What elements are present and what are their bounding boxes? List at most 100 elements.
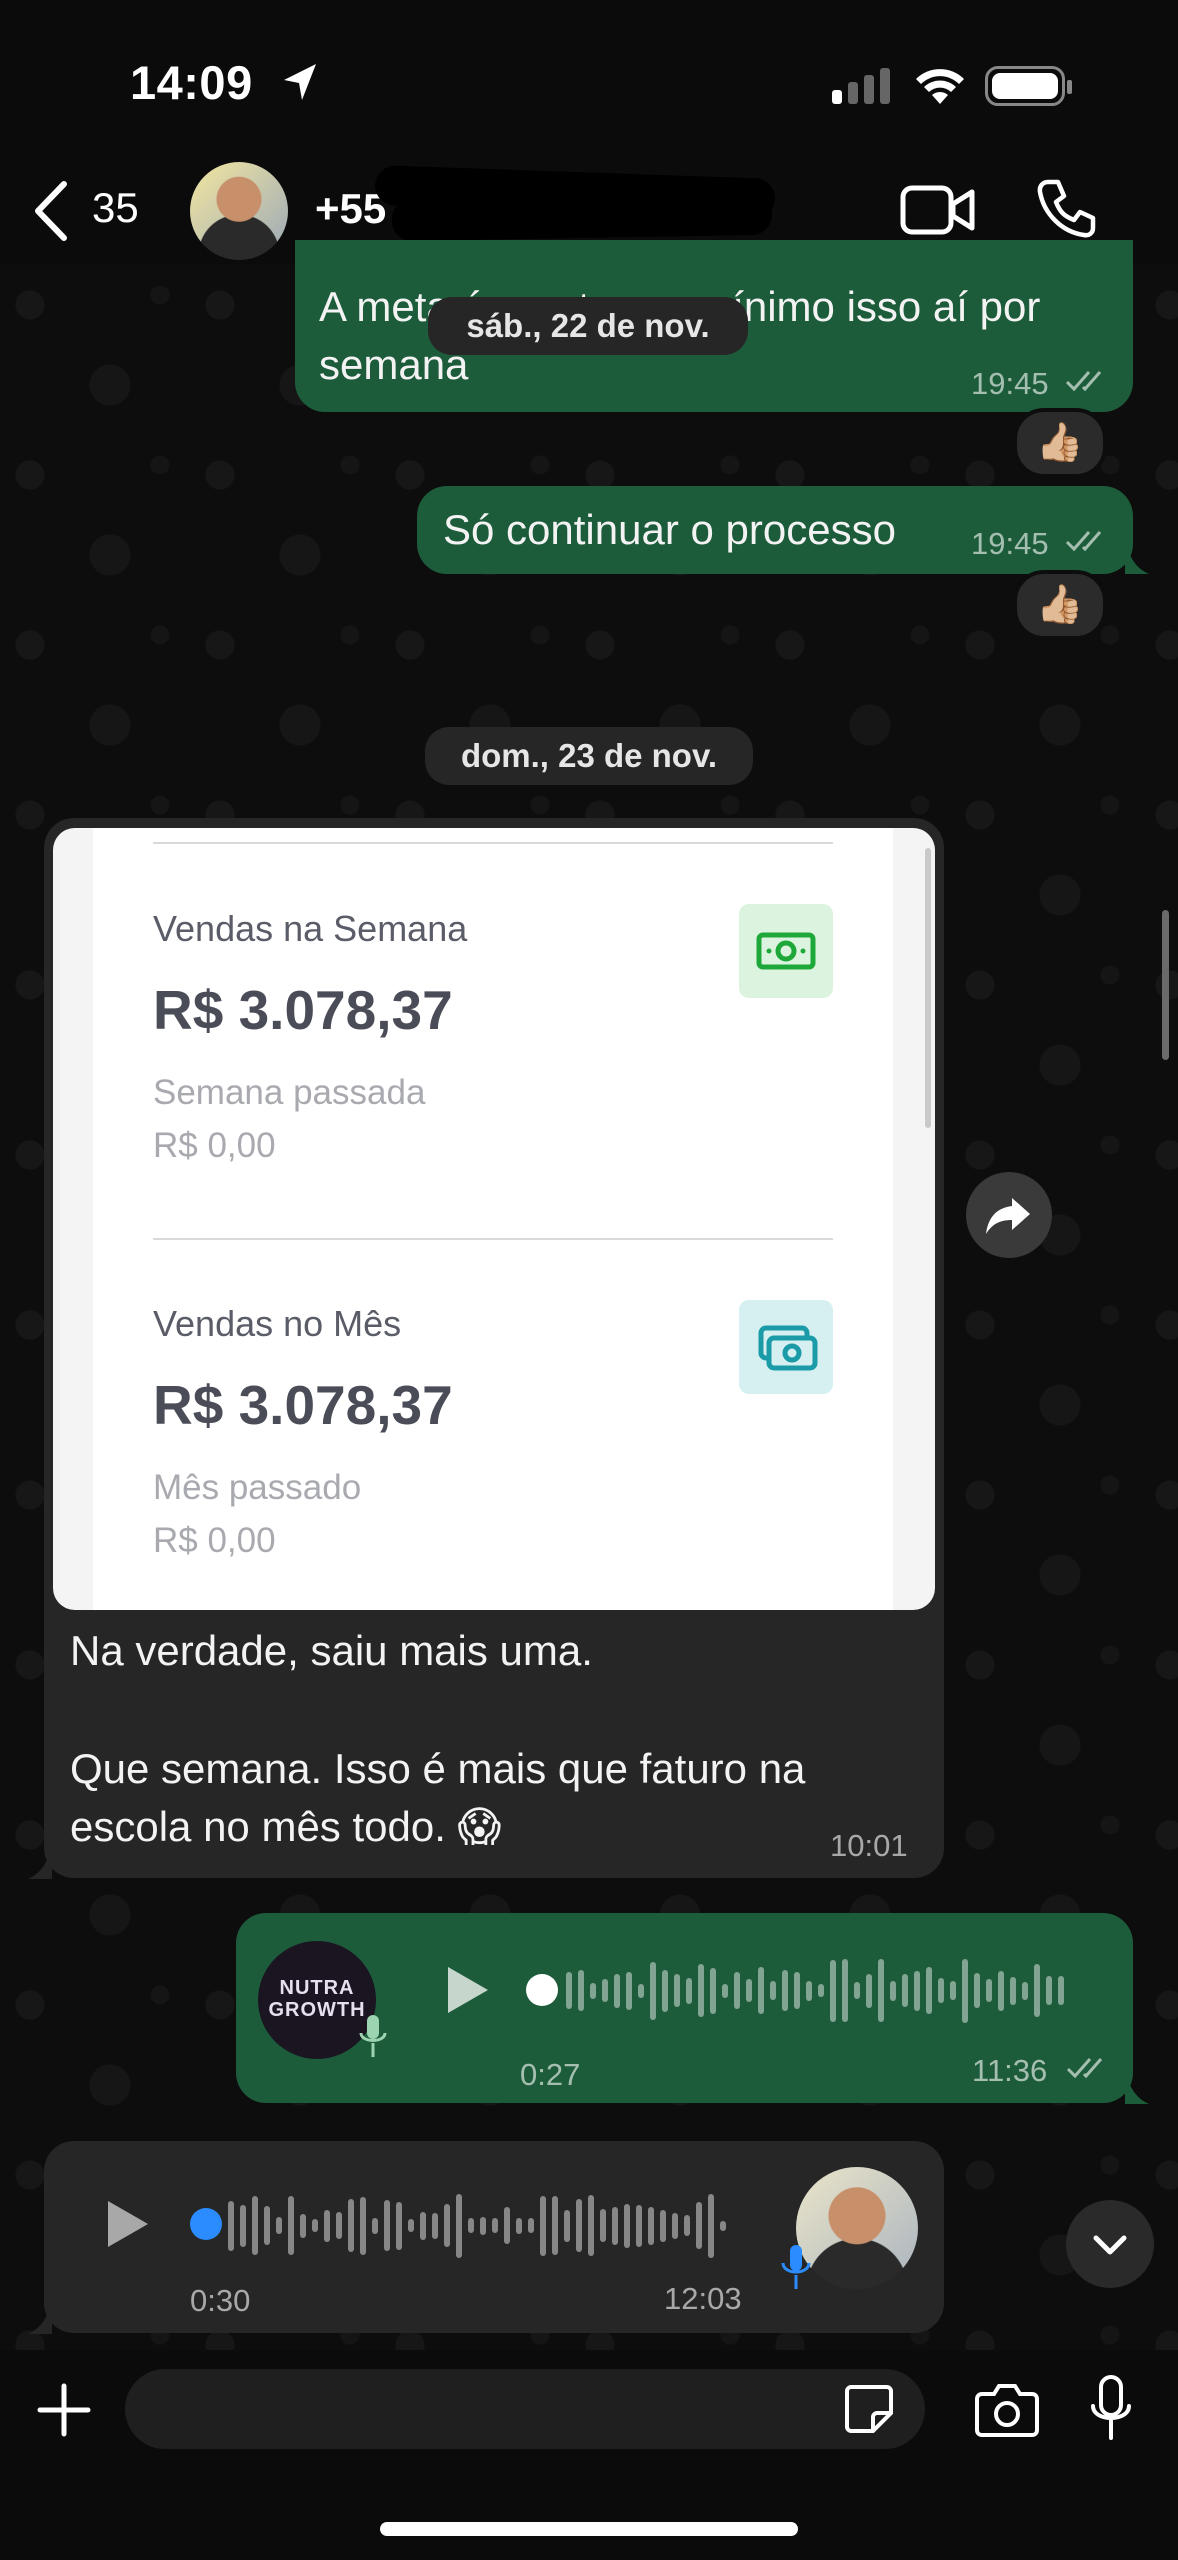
waveform-bar [492,2218,498,2233]
month-sales-value: R$ 3.078,37 [153,1374,453,1436]
waveform-bar [576,2199,582,2252]
waveform-bar [578,1970,584,2011]
message-text: Que semana. Isso é mais que faturo na [70,1745,806,1792]
forward-button[interactable] [966,1172,1052,1258]
waveform-bar [300,2213,306,2238]
last-month-label: Mês passado [153,1468,362,1507]
double-check-icon [1065,371,1102,392]
waveform-bar [588,2195,594,2256]
outgoing-message[interactable]: Só continuar o processo 19:45 [417,486,1133,574]
microphone-icon[interactable] [1088,2374,1134,2444]
scroll-to-bottom-button[interactable] [1066,2200,1154,2288]
wifi-icon [916,69,964,104]
waveform-bar [662,1969,668,2012]
waveform-bar [1034,1964,1040,2017]
date-pill: sáb., 22 de nov. [428,297,748,355]
avatar-logo-text: NUTRA GROWTH [268,1977,366,2021]
incoming-audio-message[interactable]: 0:30 12:03 [44,2141,944,2333]
bubble-tail [28,2300,52,2334]
waveform-bar [240,2204,246,2247]
message-time: 12:03 [664,2281,742,2316]
redaction-mark [391,192,773,242]
week-sales-label: Vendas na Semana [153,908,468,949]
playhead-dot[interactable] [190,2208,222,2240]
waveform-bar [612,2206,618,2245]
waveform-bar [710,1967,716,2014]
audio-waveform[interactable] [228,2183,726,2268]
outgoing-audio-message[interactable]: NUTRA GROWTH 0:27 11:36 [236,1913,1133,2103]
bubble-tail [1125,2070,1149,2104]
message-text: Só continuar o processo [443,506,896,553]
waveform-bar [228,2200,234,2251]
location-arrow-icon [284,64,316,100]
plus-icon[interactable] [36,2382,92,2438]
play-icon[interactable] [442,1963,492,2017]
battery-icon [985,66,1072,106]
waveform-bar [504,2207,510,2244]
waveform-bar [782,1970,788,2011]
sticker-icon[interactable] [843,2383,895,2435]
waveform-bar [890,1980,896,2001]
waveform-bar [998,1970,1004,2011]
waveform-bar [842,1959,848,2022]
playhead-dot[interactable] [526,1974,558,2006]
waveform-bar [564,2209,570,2242]
waveform-bar [590,1982,596,1999]
chevron-down-icon [1093,2235,1127,2255]
waveform-bar [914,1970,920,2011]
waveform-bar [264,2206,270,2245]
waveform-bar [1022,1981,1028,2000]
cash-icon [739,904,833,998]
double-check-icon [1066,2058,1103,2079]
waveform-bar [432,2212,438,2239]
waveform-bar [902,1974,908,2007]
audio-duration: 0:27 [520,2057,581,2092]
waveform-bar [986,1979,992,2002]
message-time: 10:01 [830,1828,908,1863]
message-time: 19:45 [971,526,1049,561]
forward-icon [986,1198,1030,1234]
bubble-tail [1125,540,1149,574]
message-text: escola no mês todo. 😱 [70,1803,502,1850]
contact-avatar[interactable] [190,162,288,260]
reaction-badge[interactable]: 👍🏼 [1013,570,1107,640]
waveform-bar [878,1959,884,2022]
message-input[interactable] [125,2369,925,2449]
waveform-bar [360,2196,366,2255]
waveform-bar [540,2195,546,2256]
waveform-bar [758,1967,764,2014]
waveform-bar [950,1981,956,2000]
screenshot-content: Vendas na Semana R$ 3.078,37 Semana pass… [93,828,893,1610]
waveform-bar [552,2196,558,2255]
date-pill: dom., 23 de nov. [425,727,753,785]
back-count[interactable]: 35 [92,184,139,232]
chat-scroll-indicator[interactable] [1162,910,1169,1060]
audio-waveform[interactable] [566,1948,1064,2033]
shared-screenshot[interactable]: Vendas na Semana R$ 3.078,37 Semana pass… [53,828,935,1610]
video-call-icon[interactable] [900,182,976,238]
waveform-bar [336,2212,342,2239]
waveform-bar [638,1983,644,1998]
waveform-bar [480,2216,486,2235]
waveform-bar [420,2211,426,2240]
waveform-bar [720,2220,726,2231]
waveform-bar [384,2200,390,2251]
waveform-bar [696,2202,702,2249]
waveform-bar [648,2206,654,2245]
waveform-bar [938,1978,944,2003]
waveform-bar [818,1984,824,1997]
audio-duration: 0:30 [190,2283,251,2318]
phone-call-icon[interactable] [1036,178,1096,238]
last-week-value: R$ 0,00 [153,1126,276,1165]
play-icon[interactable] [102,2197,152,2251]
scrollbar[interactable] [925,848,931,1128]
reaction-badge[interactable]: 👍🏼 [1013,408,1107,478]
waveform-bar [1010,1976,1016,2005]
camera-icon[interactable] [974,2380,1040,2438]
waveform-bar [288,2196,294,2255]
waveform-bar [794,1972,800,2009]
status-time: 14:09 [130,56,253,109]
back-chevron-icon[interactable] [30,180,70,242]
home-indicator[interactable] [380,2522,798,2536]
waveform-bar [566,1972,572,2009]
